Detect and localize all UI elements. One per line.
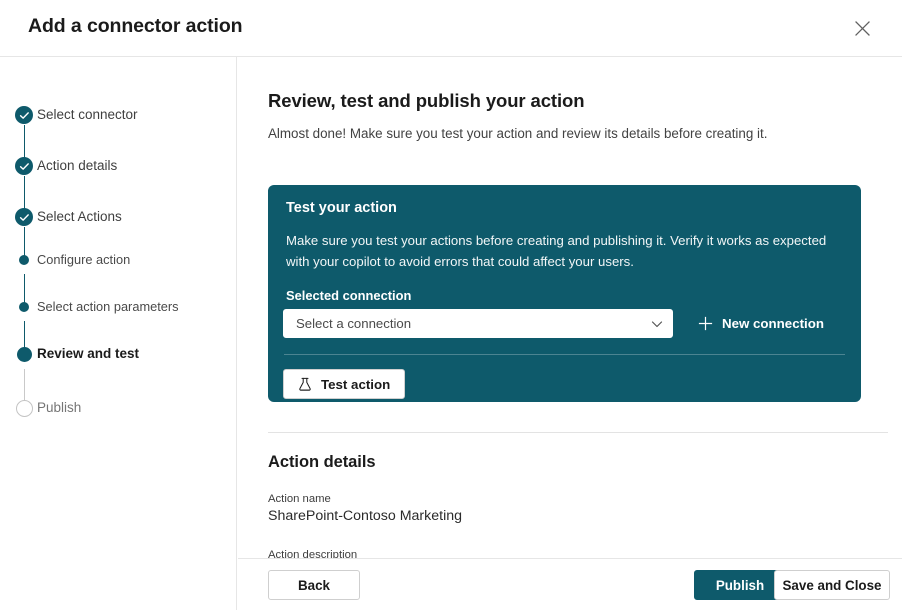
main-content: Review, test and publish your action Alm…: [238, 57, 902, 610]
card-title: Test your action: [286, 200, 397, 216]
sidebar-item-label: Configure action: [37, 254, 130, 267]
section-divider: [268, 432, 888, 433]
step-marker-current: [11, 343, 37, 365]
sidebar-item-label: Select action parameters: [37, 301, 179, 314]
add-connector-action-dialog: Add a connector action: [0, 0, 902, 610]
sidebar-item-label: Select Actions: [37, 210, 122, 224]
step-marker-done: [11, 155, 37, 177]
flask-icon: [298, 377, 312, 392]
new-connection-button[interactable]: New connection: [698, 309, 824, 338]
test-action-label: Test action: [321, 377, 390, 392]
dot-icon: [19, 255, 29, 265]
section-heading: Review, test and publish your action: [268, 90, 584, 112]
dot-icon: [19, 302, 29, 312]
back-button[interactable]: Back: [268, 570, 360, 600]
test-action-button[interactable]: Test action: [283, 369, 405, 399]
sidebar-item-configure-action[interactable]: Configure action: [0, 249, 236, 271]
step-marker-empty: [11, 397, 37, 419]
sidebar-item-select-action-parameters[interactable]: Select action parameters: [0, 296, 236, 318]
new-connection-label: New connection: [722, 316, 824, 331]
test-your-action-card: Test your action Make sure you test your…: [268, 185, 861, 402]
sidebar-item-review-and-test[interactable]: Review and test: [0, 343, 236, 365]
card-divider: [284, 354, 845, 355]
connection-select[interactable]: Select a connection: [283, 309, 673, 338]
step-marker-done: [11, 104, 37, 126]
sidebar-item-select-connector[interactable]: Select connector: [0, 104, 236, 126]
sidebar-item-label: Review and test: [37, 347, 139, 361]
dot-filled-icon: [17, 347, 32, 362]
chevron-down-icon: [650, 317, 664, 331]
dialog-header: Add a connector action: [0, 0, 902, 57]
sidebar-item-label: Publish: [37, 401, 81, 415]
dialog-body: Select connector Action details: [0, 57, 902, 610]
plus-icon: [698, 316, 713, 331]
sidebar-item-label: Select connector: [37, 108, 138, 122]
card-description: Make sure you test your actions before c…: [286, 230, 844, 272]
publish-button[interactable]: Publish: [694, 570, 786, 600]
stepper-sidebar: Select connector Action details: [0, 57, 237, 610]
action-details-heading: Action details: [268, 453, 376, 472]
step-marker-done: [11, 206, 37, 228]
check-circle-icon: [15, 208, 33, 226]
sidebar-item-action-details[interactable]: Action details: [0, 155, 236, 177]
dialog-footer: Back Publish Save and Close: [238, 558, 902, 610]
section-subheading: Almost done! Make sure you test your act…: [268, 126, 767, 141]
step-marker-dot: [11, 249, 37, 271]
close-icon: [855, 21, 870, 36]
selected-connection-label: Selected connection: [286, 288, 411, 303]
action-name-label: Action name: [268, 493, 331, 505]
sidebar-item-publish[interactable]: Publish: [0, 397, 236, 419]
sidebar-item-label: Action details: [37, 159, 117, 173]
page-title: Add a connector action: [28, 15, 243, 38]
check-circle-icon: [15, 106, 33, 124]
step-marker-dot: [11, 296, 37, 318]
circle-outline-icon: [16, 400, 33, 417]
close-button[interactable]: [846, 12, 878, 44]
action-name-value: SharePoint-Contoso Marketing: [268, 508, 462, 524]
check-circle-icon: [15, 157, 33, 175]
save-and-close-button[interactable]: Save and Close: [774, 570, 890, 600]
connection-select-value: Select a connection: [296, 316, 650, 331]
sidebar-item-select-actions[interactable]: Select Actions: [0, 206, 236, 228]
